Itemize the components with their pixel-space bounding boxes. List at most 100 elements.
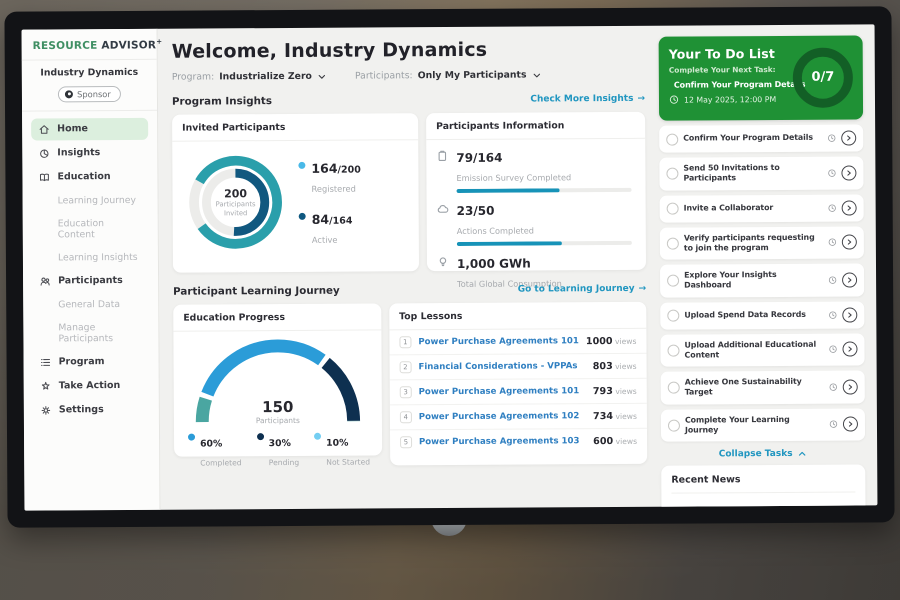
- collapse-tasks-link[interactable]: Collapse Tasks: [661, 449, 865, 460]
- stat-label: Emission Survey Completed: [456, 172, 571, 183]
- active-total: /164: [329, 215, 352, 226]
- task-checkbox[interactable]: [668, 420, 680, 432]
- chevron-down-icon: [317, 71, 327, 81]
- lesson-views: 793 views: [593, 385, 637, 396]
- task-chevron-button[interactable]: [842, 235, 857, 250]
- task-checkbox[interactable]: [668, 382, 680, 394]
- lesson-views-count: 1000: [586, 336, 613, 347]
- task-label: Verify participants requesting to join t…: [684, 232, 823, 253]
- sidebar-item-settings[interactable]: Settings: [33, 398, 150, 421]
- task-chevron-button[interactable]: [842, 307, 857, 322]
- sidebar-item-take-action[interactable]: Take Action: [33, 374, 150, 397]
- lesson-row: 3 Power Purchase Agreements 101 793 view…: [390, 379, 647, 406]
- lesson-views-count: 734: [593, 411, 613, 422]
- chevron-right-icon: [845, 275, 854, 284]
- lesson-row: 5 Power Purchase Agreements 103 600 view…: [390, 429, 647, 455]
- task-chevron-button[interactable]: [842, 272, 857, 287]
- legend-active: 84/164Active: [299, 208, 362, 246]
- brand-logo[interactable]: RESOURCE ADVISOR+: [31, 38, 148, 52]
- section-title: Program Insights: [172, 95, 272, 108]
- sidebar-item-label: Program: [59, 356, 105, 367]
- stat-value: 23/50: [457, 204, 495, 218]
- sidebar-item-learning-journey[interactable]: Learning Journey: [32, 189, 149, 211]
- chevron-right-icon: [845, 203, 854, 212]
- active-value: 84: [312, 211, 329, 226]
- lesson-views: 734 views: [593, 410, 637, 421]
- lesson-views-suffix: views: [616, 436, 638, 445]
- sidebar-item-program[interactable]: Program: [33, 350, 150, 373]
- divider: [22, 58, 157, 60]
- program-filter-value: Industrialize Zero: [219, 71, 312, 83]
- task-row: Upload Additional Educational Content: [660, 333, 864, 367]
- task-checkbox[interactable]: [667, 203, 679, 215]
- invited-total: 200: [224, 187, 247, 200]
- task-checkbox[interactable]: [667, 237, 679, 249]
- sidebar-item-general-data[interactable]: General Data: [32, 293, 149, 315]
- participants-filter[interactable]: Participants: Only My Participants: [355, 69, 542, 81]
- program-filter[interactable]: Program: Industrialize Zero: [172, 71, 327, 83]
- task-checkbox[interactable]: [666, 133, 678, 145]
- page-title: Welcome, Industry Dynamics: [172, 38, 645, 63]
- education-gauge-chart: 150 Participants: [182, 338, 373, 425]
- task-chevron-button[interactable]: [843, 417, 858, 432]
- task-checkbox[interactable]: [667, 344, 679, 356]
- check-more-insights-link[interactable]: Check More Insights→: [530, 94, 645, 105]
- lesson-link[interactable]: Power Purchase Agreements 101: [418, 336, 579, 347]
- sidebar-item-education[interactable]: Education: [31, 165, 148, 188]
- sidebar-item-participants[interactable]: Participants: [32, 269, 149, 292]
- task-chevron-button[interactable]: [841, 165, 856, 180]
- task-checkbox[interactable]: [666, 168, 678, 180]
- sidebar-item-home[interactable]: Home: [31, 117, 148, 140]
- legend-pending: 30%Pending: [257, 431, 300, 469]
- task-chevron-button[interactable]: [842, 342, 857, 357]
- legend-dot-active: [299, 212, 306, 219]
- task-row: Achieve One Sustainability Target: [661, 371, 865, 405]
- sidebar-item-manage-participants[interactable]: Manage Participants: [32, 316, 149, 349]
- take-action-icon: [40, 380, 52, 392]
- task-chevron-button[interactable]: [842, 200, 857, 215]
- chevron-up-icon: [798, 449, 808, 459]
- sponsor-badge-label: Sponsor: [77, 89, 111, 99]
- lesson-link[interactable]: Power Purchase Agreements 101: [419, 386, 586, 397]
- chevron-right-icon: [845, 345, 854, 354]
- link-label: Go to Learning Journey: [518, 284, 635, 295]
- lesson-link[interactable]: Financial Considerations - VPPAs: [418, 361, 585, 372]
- task-label: Upload Spend Data Records: [684, 310, 823, 321]
- task-chevron-button[interactable]: [841, 131, 856, 146]
- brand-resource: RESOURCE: [33, 40, 98, 52]
- lesson-views-count: 600: [593, 436, 613, 447]
- sidebar-item-label: Participants: [58, 275, 123, 286]
- sponsor-badge[interactable]: Sponsor: [58, 86, 121, 102]
- settings-icon: [40, 404, 52, 416]
- stat-value: 1,000 GWh: [457, 257, 531, 271]
- task-label: Confirm Your Program Details: [683, 133, 822, 144]
- chevron-right-icon: [846, 382, 855, 391]
- legend-completed: 60%Completed: [188, 431, 242, 469]
- task-row: Send 50 Invitations to Participants: [659, 156, 863, 190]
- legend-dot-not-started: [314, 433, 321, 440]
- sidebar-item-learning-insights[interactable]: Learning Insights: [32, 246, 149, 268]
- cloud-icon: [437, 203, 449, 215]
- sidebar-item-education-content[interactable]: Education Content: [32, 212, 149, 245]
- task-label: Explore Your Insights Dashboard: [684, 270, 823, 291]
- go-to-learning-journey-link[interactable]: Go to Learning Journey→: [518, 284, 647, 295]
- insights-icon: [38, 147, 50, 159]
- lesson-rank: 1: [399, 336, 411, 348]
- collapse-tasks-label: Collapse Tasks: [719, 449, 793, 459]
- sidebar-item-insights[interactable]: Insights: [31, 141, 148, 164]
- lesson-row: 2 Financial Considerations - VPPAs 803 v…: [389, 354, 646, 381]
- todo-progress-ring: 0/7: [793, 47, 853, 107]
- task-checkbox[interactable]: [667, 310, 679, 322]
- clock-icon: [829, 383, 838, 392]
- todo-datetime-row: 12 May 2025, 12:00 PM: [669, 94, 787, 105]
- task-chevron-button[interactable]: [843, 379, 858, 394]
- sidebar-item-label: Education: [57, 171, 110, 182]
- chevron-right-icon: [844, 134, 853, 143]
- lesson-link[interactable]: Power Purchase Agreements 103: [419, 436, 586, 447]
- task-checkbox[interactable]: [667, 275, 679, 287]
- lesson-link[interactable]: Power Purchase Agreements 102: [419, 411, 586, 422]
- todo-subtitle: Complete Your Next Task:: [669, 65, 787, 75]
- clock-icon: [828, 238, 837, 247]
- education-icon: [38, 171, 50, 183]
- lesson-rank: 4: [400, 411, 412, 423]
